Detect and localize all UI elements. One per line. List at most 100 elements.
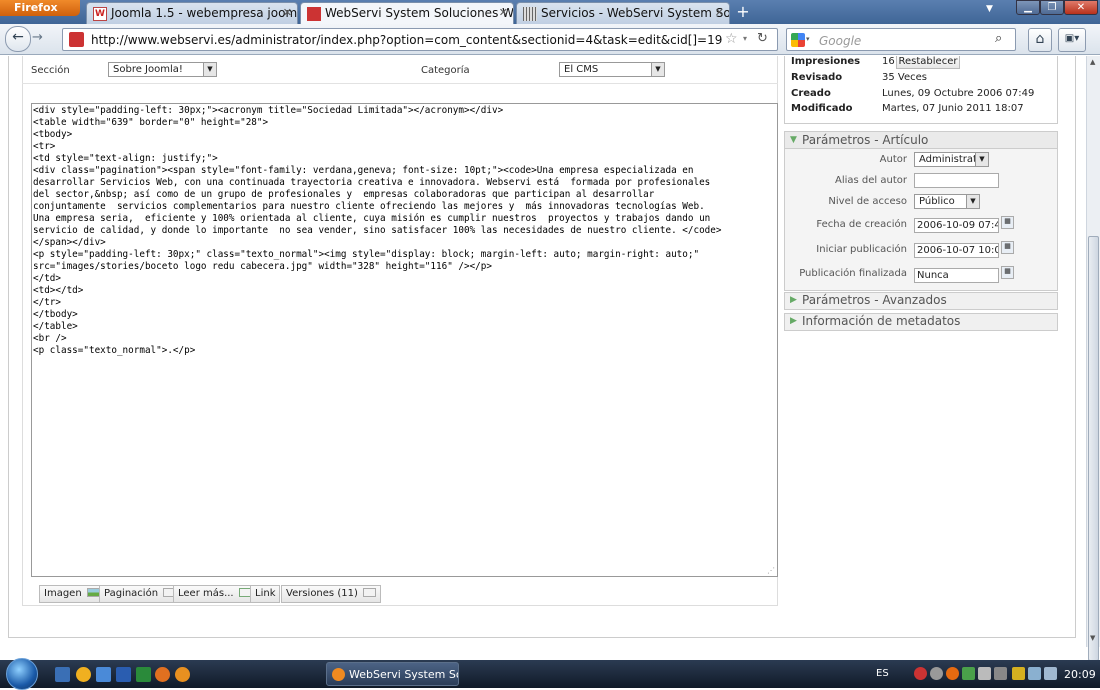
fecha-label: Fecha de creación bbox=[816, 219, 907, 230]
language-indicator[interactable]: ES bbox=[876, 668, 889, 679]
resize-grip-icon[interactable]: ⋰ bbox=[767, 566, 775, 575]
code-line: <br /> bbox=[33, 333, 67, 344]
code-line: </span></div> bbox=[33, 237, 106, 248]
media-player-icon[interactable] bbox=[175, 667, 190, 682]
taskbar-firefox-window[interactable]: WebServi System So... bbox=[326, 662, 459, 686]
firefox-icon[interactable] bbox=[155, 667, 170, 682]
scroll-up-icon[interactable]: ▲ bbox=[1090, 58, 1095, 66]
code-line: del sector,&nbsp; así como de un grupo d… bbox=[33, 189, 655, 200]
code-line: <tr> bbox=[33, 141, 56, 152]
tab-webservi-admin[interactable]: WebServi System Soluciones Web - A... ✕ bbox=[300, 2, 514, 24]
nivel-select[interactable]: Público ▼ bbox=[914, 194, 980, 209]
tab-joomla[interactable]: W Joomla 1.5 - webempresa joomla - H... … bbox=[86, 2, 298, 24]
alias-input[interactable] bbox=[914, 173, 999, 188]
app-tray-icon[interactable] bbox=[930, 667, 943, 680]
navigation-bar: ← → http://www.webservi.es/administrator… bbox=[0, 24, 1100, 55]
advanced-params-title[interactable]: Parámetros - Avanzados bbox=[802, 293, 947, 307]
tab-servicios[interactable]: Servicios - WebServi System Solucion... … bbox=[516, 2, 730, 24]
iniciar-input[interactable]: 2006-10-07 10:00:00 bbox=[914, 243, 999, 258]
word-icon[interactable] bbox=[116, 667, 131, 682]
finalizada-input[interactable]: Nunca bbox=[914, 268, 999, 283]
firefox-icon bbox=[332, 668, 345, 681]
network-icon[interactable] bbox=[1028, 667, 1041, 680]
joomla-favicon-icon: W bbox=[93, 7, 107, 21]
forward-button[interactable]: → bbox=[32, 30, 43, 45]
firefox-quicklaunch-icon[interactable] bbox=[76, 667, 91, 682]
article-params-title[interactable]: Parámetros - Artículo bbox=[802, 133, 928, 147]
tray-app-icon[interactable] bbox=[962, 667, 975, 680]
creado-value: Lunes, 09 Octubre 2006 07:49 bbox=[882, 88, 1035, 99]
link-button-label: Link bbox=[255, 588, 276, 599]
search-box[interactable]: ▾ Google ⌕ bbox=[786, 28, 1016, 51]
clock[interactable]: 20:09 bbox=[1064, 668, 1096, 681]
bookmark-star-icon[interactable]: ☆ bbox=[725, 31, 738, 47]
calendar-icon[interactable]: ▦ bbox=[1001, 266, 1014, 279]
revisado-value: 35 Veces bbox=[882, 72, 927, 83]
code-line: servicio de calidad, y donde lo importan… bbox=[33, 225, 722, 236]
page-content: Sección Sobre Joomla! ▼ Categoría El CMS… bbox=[0, 56, 1086, 660]
new-tab-button[interactable]: + bbox=[732, 3, 754, 23]
autor-label: Autor bbox=[879, 154, 907, 165]
code-line: <table width="639" border="0" height="28… bbox=[33, 117, 269, 128]
html-editor-textarea[interactable]: <div style="padding-left: 30px;"><acrony… bbox=[31, 103, 778, 577]
taskbar-app-label: WebServi System So... bbox=[349, 668, 458, 681]
fecha-input[interactable]: 2006-10-09 07:49:20 bbox=[914, 218, 999, 233]
tray-device-icon[interactable] bbox=[978, 667, 991, 680]
vertical-scrollbar[interactable]: ▲ ▼ bbox=[1086, 56, 1100, 661]
maximize-button[interactable]: ❐ bbox=[1040, 0, 1064, 15]
firefox-menu-button[interactable]: Firefox bbox=[0, 0, 80, 16]
back-button[interactable]: ← bbox=[5, 26, 31, 52]
tray-printer-icon[interactable] bbox=[994, 667, 1007, 680]
search-icon[interactable]: ⌕ bbox=[995, 31, 1002, 46]
image-button[interactable]: Imagen bbox=[39, 585, 105, 603]
home-button[interactable]: ⌂ bbox=[1028, 28, 1052, 52]
reset-hits-button[interactable]: Restablecer bbox=[896, 56, 960, 69]
calendar-icon[interactable]: ▦ bbox=[1001, 241, 1014, 254]
section-select[interactable]: Sobre Joomla! ▼ bbox=[108, 62, 217, 77]
metadata-title[interactable]: Información de metadatos bbox=[802, 314, 960, 328]
autor-select[interactable]: Administrator ▼ bbox=[914, 152, 989, 167]
iniciar-label: Iniciar publicación bbox=[816, 244, 907, 255]
minimize-button[interactable]: ▁ bbox=[1016, 0, 1040, 15]
scroll-down-icon[interactable]: ▼ bbox=[1090, 634, 1095, 642]
arrow-left-icon: ← bbox=[12, 29, 24, 45]
tab-list-icon[interactable]: ▼ bbox=[986, 4, 993, 14]
versions-button[interactable]: Versiones (11) bbox=[281, 585, 381, 603]
versions-button-label: Versiones (11) bbox=[286, 588, 358, 599]
category-select[interactable]: El CMS ▼ bbox=[559, 62, 665, 77]
code-line: desarrollar Servicios Web, con una conti… bbox=[33, 177, 711, 188]
close-icon[interactable]: ✕ bbox=[499, 6, 508, 19]
explorer-icon[interactable] bbox=[96, 667, 111, 682]
read-more-button[interactable]: Leer más... bbox=[173, 585, 257, 603]
code-line: <div style="padding-left: 30px;"><acrony… bbox=[33, 105, 504, 116]
code-line: <tbody> bbox=[33, 129, 73, 140]
impresiones-value: 16 bbox=[882, 56, 895, 67]
start-button[interactable] bbox=[6, 658, 38, 690]
close-icon[interactable]: ✕ bbox=[283, 6, 292, 19]
address-bar[interactable]: http://www.webservi.es/administrator/ind… bbox=[62, 28, 778, 51]
addon-icon: ▣▾ bbox=[1064, 33, 1080, 44]
versions-icon bbox=[362, 588, 376, 597]
extensions-button[interactable]: ▣▾ bbox=[1058, 28, 1086, 52]
scrollbar-thumb[interactable] bbox=[1088, 236, 1099, 661]
google-icon[interactable] bbox=[791, 33, 805, 47]
history-dropdown-icon[interactable]: ▾ bbox=[743, 34, 747, 43]
finalizada-label: Publicación finalizada bbox=[799, 268, 907, 279]
search-engine-dropdown-icon[interactable]: ▾ bbox=[806, 35, 810, 43]
excel-icon[interactable] bbox=[136, 667, 151, 682]
link-button[interactable]: Link bbox=[250, 585, 281, 603]
tray-warning-icon[interactable] bbox=[1012, 667, 1025, 680]
chevron-down-icon: ▼ bbox=[975, 153, 988, 166]
desktop-icon[interactable] bbox=[55, 667, 70, 682]
chevron-down-icon: ▼ bbox=[966, 195, 979, 208]
reload-icon[interactable]: ↻ bbox=[757, 31, 768, 46]
close-window-button[interactable]: ✕ bbox=[1064, 0, 1098, 15]
calendar-icon[interactable]: ▦ bbox=[1001, 216, 1014, 229]
chevron-down-icon: ▼ bbox=[651, 63, 664, 76]
security-alert-icon[interactable] bbox=[914, 667, 927, 680]
volume-icon[interactable] bbox=[1044, 667, 1057, 680]
code-line: </table> bbox=[33, 321, 78, 332]
tray-firefox-icon[interactable] bbox=[946, 667, 959, 680]
pagination-button[interactable]: Paginación bbox=[99, 585, 182, 603]
close-icon[interactable]: ✕ bbox=[715, 6, 724, 19]
